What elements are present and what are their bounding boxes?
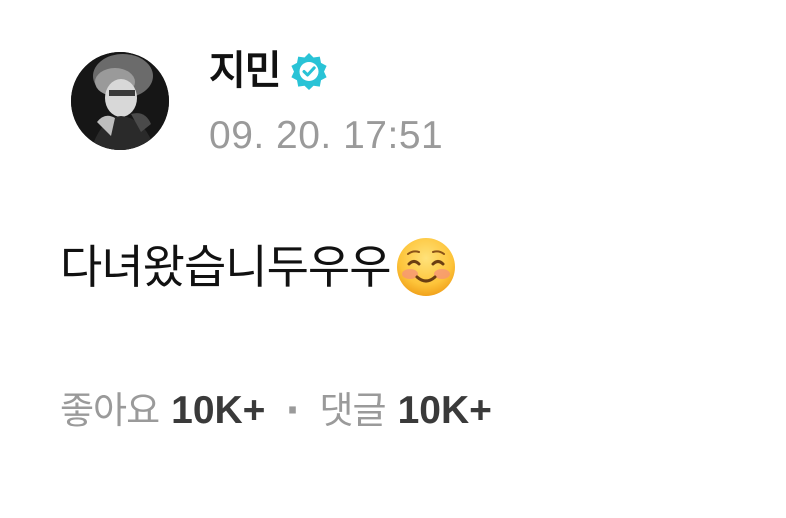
stats-separator: · [285,389,300,432]
author-name[interactable]: 지민 [209,46,282,96]
smiling-face-icon [395,236,457,298]
post-card: 지민 09. 20. 17:51 다녀왔습니두우우 좋아요 10K+ · 댓글 … [0,0,786,518]
comments-count[interactable]: 10K+ [398,386,492,436]
avatar[interactable] [71,52,169,150]
likes-label[interactable]: 좋아요 [60,386,160,436]
verified-badge-icon [290,52,328,90]
post-timestamp: 09. 20. 17:51 [209,114,444,157]
author-row: 지민 [209,46,328,96]
profile-photo-icon [71,52,169,150]
post-body: 다녀왔습니두우우 [60,232,457,302]
comments-label[interactable]: 댓글 [320,386,387,436]
likes-count[interactable]: 10K+ [171,386,265,436]
post-text: 다녀왔습니두우우 [60,240,392,294]
engagement-stats: 좋아요 10K+ · 댓글 10K+ [60,386,492,436]
